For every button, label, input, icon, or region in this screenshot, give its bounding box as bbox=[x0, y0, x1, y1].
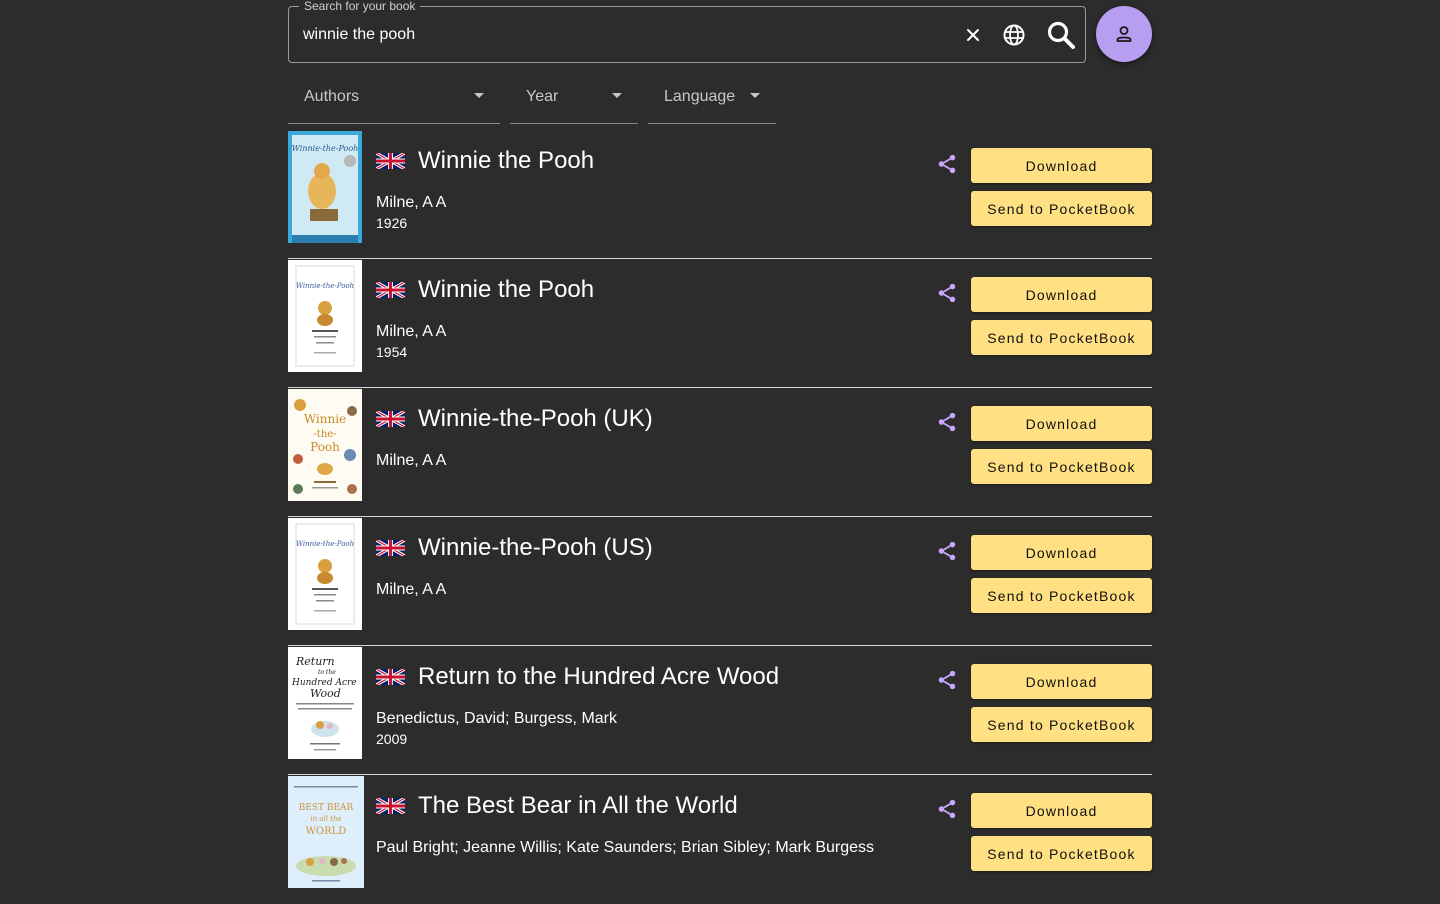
book-authors: Milne, A A bbox=[376, 581, 447, 598]
search-label: Search for your book bbox=[299, 0, 421, 13]
year-filter[interactable]: Year bbox=[510, 70, 638, 124]
chevron-down-icon bbox=[612, 93, 622, 98]
book-item: Return to the Hundred Acre Wood Return t… bbox=[288, 647, 1152, 775]
book-cover[interactable]: Winnie-the-Pooh bbox=[288, 260, 362, 372]
send-to-pocketbook-button[interactable]: Send to PocketBook bbox=[971, 836, 1152, 871]
book-year: 2009 bbox=[376, 731, 408, 747]
book-authors: Milne, A A bbox=[376, 452, 447, 469]
download-button[interactable]: Download bbox=[971, 535, 1152, 570]
book-authors: Milne, A A bbox=[376, 323, 447, 340]
authors-filter-label: Authors bbox=[304, 88, 360, 105]
uk-flag-icon bbox=[376, 669, 405, 685]
book-item: BEST BEAR in all the WORLD The Best Bear… bbox=[288, 776, 1152, 903]
uk-flag-icon bbox=[376, 798, 405, 814]
book-cover[interactable]: Winnie -the- Pooh bbox=[288, 389, 362, 501]
person-icon bbox=[1116, 26, 1132, 42]
chevron-down-icon bbox=[474, 93, 484, 98]
send-to-pocketbook-button[interactable]: Send to PocketBook bbox=[971, 191, 1152, 226]
filter-bar: Authors Year Language bbox=[288, 70, 1152, 130]
book-authors: Milne, A A bbox=[376, 194, 447, 211]
uk-flag-icon bbox=[376, 411, 405, 427]
svg-text:Winnie-the-Pooh: Winnie-the-Pooh bbox=[292, 144, 359, 153]
book-cover[interactable]: Winnie-the-Pooh bbox=[288, 518, 362, 630]
send-to-pocketbook-button[interactable]: Send to PocketBook bbox=[971, 320, 1152, 355]
language-filter[interactable]: Language bbox=[648, 70, 776, 124]
language-filter-label: Language bbox=[664, 88, 736, 105]
send-to-pocketbook-button[interactable]: Send to PocketBook bbox=[971, 578, 1152, 613]
book-item: Winnie-the-Pooh Winnie-the-Pooh (US) Mil… bbox=[288, 518, 1152, 646]
uk-flag-icon bbox=[376, 153, 405, 169]
svg-text:Winnie: Winnie bbox=[304, 412, 346, 426]
book-authors: Benedictus, David; Burgess, Mark bbox=[376, 710, 617, 727]
close-icon bbox=[967, 29, 979, 41]
share-button[interactable] bbox=[934, 151, 960, 177]
clear-search-button[interactable] bbox=[957, 19, 989, 51]
share-icon bbox=[938, 283, 956, 303]
uk-flag-icon bbox=[376, 540, 405, 556]
book-authors: Paul Bright; Jeanne Willis; Kate Saunder… bbox=[376, 839, 875, 856]
svg-text:Winnie-the-Pooh: Winnie-the-Pooh bbox=[296, 540, 354, 548]
globe-icon bbox=[1003, 24, 1025, 46]
search-field[interactable]: Search for your book bbox=[288, 0, 1086, 63]
svg-text:Winnie-the-Pooh: Winnie-the-Pooh bbox=[296, 282, 354, 290]
share-icon bbox=[938, 670, 956, 690]
book-item: Winnie-the-Pooh Winnie the Pooh Milne, A… bbox=[288, 131, 1152, 259]
download-button[interactable]: Download bbox=[971, 664, 1152, 699]
book-title[interactable]: The Best Bear in All the World bbox=[418, 792, 738, 820]
search-button[interactable] bbox=[1045, 19, 1077, 51]
book-title[interactable]: Winnie-the-Pooh (US) bbox=[418, 534, 653, 562]
book-cover[interactable]: Winnie-the-Pooh bbox=[288, 131, 362, 243]
cover-image: Winnie-the-Pooh bbox=[288, 260, 362, 372]
download-button[interactable]: Download bbox=[971, 793, 1152, 828]
svg-text:Pooh: Pooh bbox=[310, 440, 340, 454]
share-icon bbox=[938, 541, 956, 561]
send-to-pocketbook-button[interactable]: Send to PocketBook bbox=[971, 707, 1152, 742]
language-globe-button[interactable] bbox=[998, 19, 1030, 51]
chevron-down-icon bbox=[750, 93, 760, 98]
book-cover[interactable]: BEST BEAR in all the WORLD bbox=[288, 776, 364, 888]
svg-text:in all the: in all the bbox=[310, 815, 341, 823]
svg-text:to the: to the bbox=[318, 669, 336, 676]
book-item: Winnie -the- Pooh Winnie-the-Pooh (UK) M… bbox=[288, 389, 1152, 517]
share-button[interactable] bbox=[934, 796, 960, 822]
book-title[interactable]: Winnie-the-Pooh (UK) bbox=[418, 405, 653, 433]
svg-text:BEST BEAR: BEST BEAR bbox=[299, 803, 354, 813]
cover-image: Winnie-the-Pooh bbox=[288, 131, 362, 243]
download-button[interactable]: Download bbox=[971, 406, 1152, 441]
book-title[interactable]: Winnie the Pooh bbox=[418, 147, 594, 175]
app-container: Search for your book winnie the pooh Aut… bbox=[288, 0, 1152, 888]
share-button[interactable] bbox=[934, 280, 960, 306]
download-button[interactable]: Download bbox=[971, 148, 1152, 183]
share-icon bbox=[938, 412, 956, 432]
download-button[interactable]: Download bbox=[971, 277, 1152, 312]
cover-image: Winnie -the- Pooh bbox=[288, 389, 362, 501]
svg-text:WORLD: WORLD bbox=[306, 826, 347, 837]
cover-image: Return to the Hundred Acre Wood bbox=[288, 647, 362, 759]
search-icon bbox=[1047, 21, 1075, 49]
svg-text:Wood: Wood bbox=[310, 687, 341, 700]
send-to-pocketbook-button[interactable]: Send to PocketBook bbox=[971, 449, 1152, 484]
share-button[interactable] bbox=[934, 667, 960, 693]
cover-image: BEST BEAR in all the WORLD bbox=[288, 776, 364, 888]
results-list: Winnie-the-Pooh Winnie the Pooh Milne, A… bbox=[288, 131, 1152, 904]
svg-text:Return: Return bbox=[295, 655, 335, 668]
account-button[interactable] bbox=[1096, 6, 1152, 62]
uk-flag-icon bbox=[376, 282, 405, 298]
book-title[interactable]: Winnie the Pooh bbox=[418, 276, 594, 304]
book-cover[interactable]: Return to the Hundred Acre Wood bbox=[288, 647, 362, 759]
cover-image: Winnie-the-Pooh bbox=[288, 518, 362, 630]
book-title[interactable]: Return to the Hundred Acre Wood bbox=[418, 663, 779, 691]
year-filter-label: Year bbox=[526, 88, 559, 105]
search-bar: Search for your book bbox=[288, 0, 1152, 70]
share-button[interactable] bbox=[934, 409, 960, 435]
share-button[interactable] bbox=[934, 538, 960, 564]
authors-filter[interactable]: Authors bbox=[288, 70, 500, 124]
book-item: Winnie-the-Pooh Winnie the Pooh Milne, A… bbox=[288, 260, 1152, 388]
share-icon bbox=[938, 154, 956, 174]
share-icon bbox=[938, 799, 956, 819]
book-year: 1926 bbox=[376, 215, 408, 231]
svg-text:-the-: -the- bbox=[313, 429, 336, 440]
search-input[interactable] bbox=[303, 21, 943, 49]
book-year: 1954 bbox=[376, 344, 408, 360]
